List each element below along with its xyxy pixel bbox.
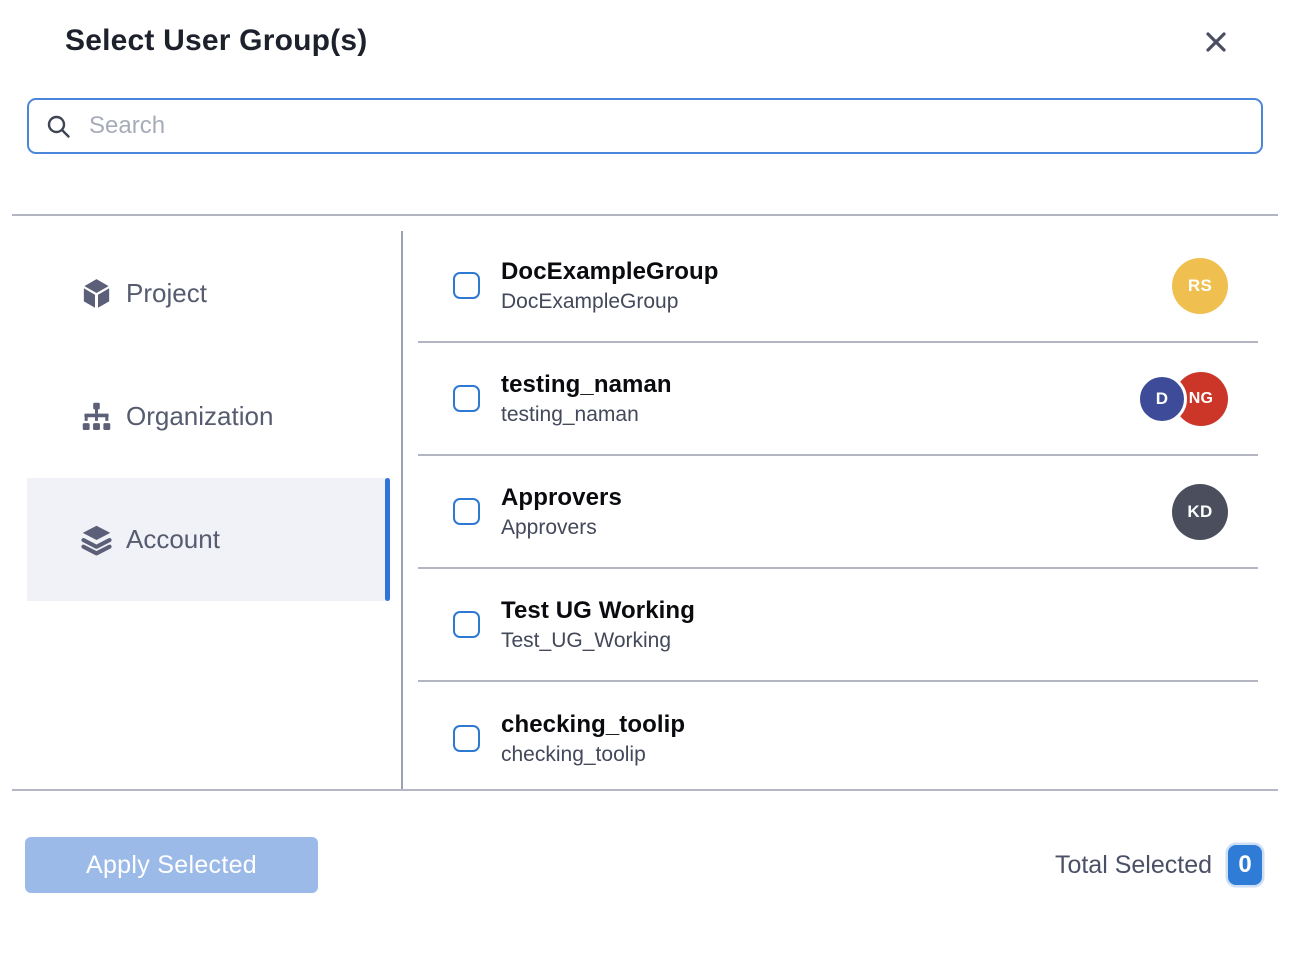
sitemap-icon xyxy=(80,400,113,433)
group-row[interactable]: DocExampleGroup DocExampleGroup RS xyxy=(418,230,1258,343)
group-list: DocExampleGroup DocExampleGroup RS testi… xyxy=(418,230,1258,789)
tab-project[interactable]: Project xyxy=(27,232,390,355)
group-text: checking_toolip checking_toolip xyxy=(501,711,685,767)
dialog-content: Project Organization xyxy=(0,216,1290,789)
search-box xyxy=(27,98,1263,154)
group-name: Approvers xyxy=(501,484,622,512)
cube-icon xyxy=(80,277,113,310)
group-checkbox[interactable] xyxy=(453,385,480,412)
group-row[interactable]: Test UG Working Test_UG_Working xyxy=(418,569,1258,682)
dialog-title: Select User Group(s) xyxy=(65,24,367,58)
group-description: testing_naman xyxy=(501,403,672,427)
total-selected-badge: 0 xyxy=(1228,845,1262,885)
avatar: D xyxy=(1137,374,1187,424)
tab-label: Organization xyxy=(126,401,273,432)
dialog-header: Select User Group(s) xyxy=(0,0,1290,58)
group-avatars: RS xyxy=(1172,258,1228,314)
group-row[interactable]: testing_naman testing_naman D NG xyxy=(418,343,1258,456)
group-row[interactable]: checking_toolip checking_toolip xyxy=(418,682,1258,795)
group-checkbox[interactable] xyxy=(453,611,480,638)
group-text: Test UG Working Test_UG_Working xyxy=(501,597,695,653)
avatar: RS xyxy=(1172,258,1228,314)
avatar: KD xyxy=(1172,484,1228,540)
dialog-footer: Apply Selected Total Selected 0 xyxy=(0,791,1290,893)
group-name: testing_naman xyxy=(501,371,672,399)
group-checkbox[interactable] xyxy=(453,498,480,525)
apply-selected-button[interactable]: Apply Selected xyxy=(25,837,318,893)
group-description: checking_toolip xyxy=(501,743,685,767)
close-icon xyxy=(1202,44,1230,59)
group-text: Approvers Approvers xyxy=(501,484,622,540)
group-avatars: KD xyxy=(1172,484,1228,540)
group-description: Approvers xyxy=(501,516,622,540)
group-name: Test UG Working xyxy=(501,597,695,625)
group-text: DocExampleGroup DocExampleGroup xyxy=(501,258,719,314)
tab-label: Project xyxy=(126,278,207,309)
tab-account[interactable]: Account xyxy=(27,478,390,601)
group-row[interactable]: Approvers Approvers KD xyxy=(418,456,1258,569)
group-checkbox[interactable] xyxy=(453,272,480,299)
tab-label: Account xyxy=(126,524,220,555)
group-checkbox[interactable] xyxy=(453,725,480,752)
group-name: DocExampleGroup xyxy=(501,258,719,286)
group-name: checking_toolip xyxy=(501,711,685,739)
search-input[interactable] xyxy=(87,111,1245,141)
tab-organization[interactable]: Organization xyxy=(27,355,390,478)
total-selected-label: Total Selected xyxy=(1055,851,1212,880)
sidebar-divider xyxy=(401,231,403,789)
group-description: DocExampleGroup xyxy=(501,290,719,314)
total-selected: Total Selected 0 xyxy=(1055,845,1262,885)
close-button[interactable] xyxy=(1200,26,1232,58)
scope-sidebar: Project Organization xyxy=(0,216,401,789)
group-text: testing_naman testing_naman xyxy=(501,371,672,427)
group-avatars: D NG xyxy=(1137,372,1228,426)
search-icon xyxy=(45,113,72,140)
group-description: Test_UG_Working xyxy=(501,629,695,653)
layers-icon xyxy=(80,523,113,556)
